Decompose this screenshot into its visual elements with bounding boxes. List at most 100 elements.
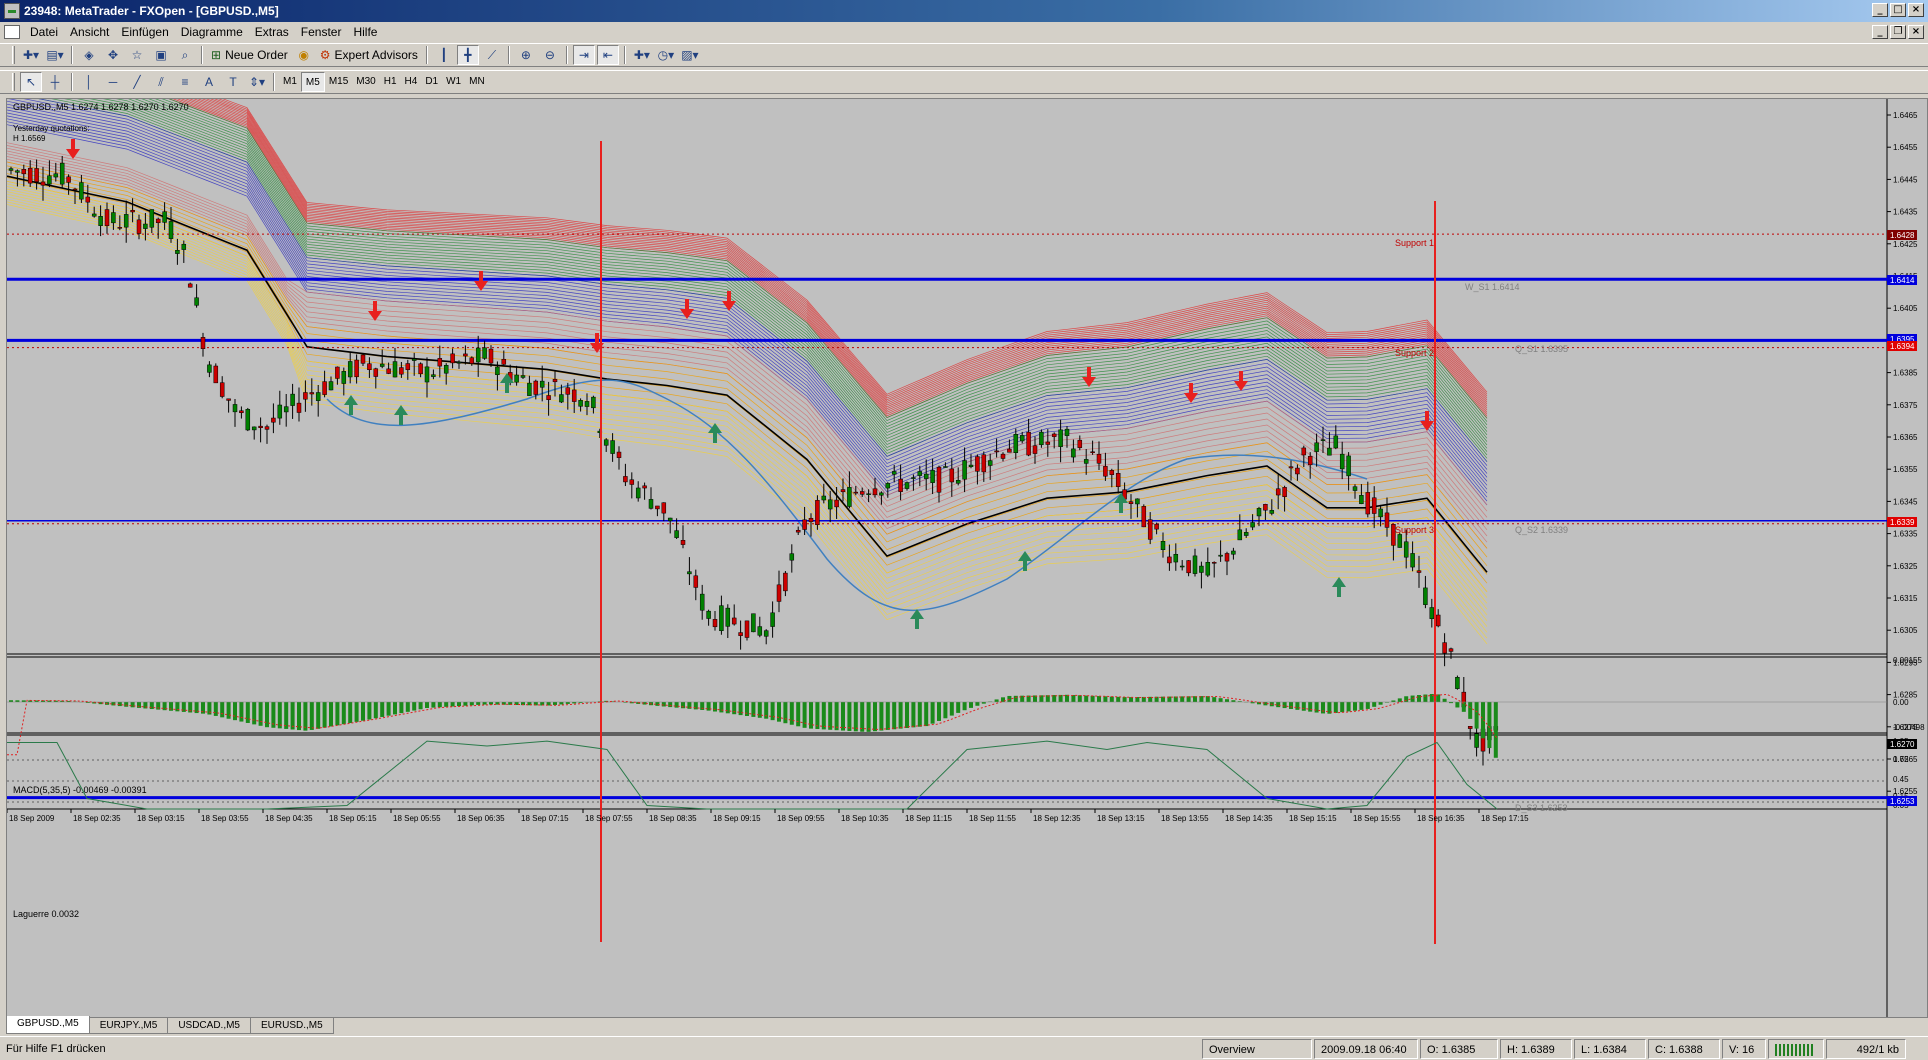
timeframe-m30[interactable]: M30	[352, 72, 379, 92]
candle-body	[1359, 495, 1364, 505]
document-icon[interactable]	[4, 25, 20, 39]
candle-body	[271, 417, 276, 423]
zoom-out-icon[interactable]: ⊖	[539, 45, 561, 65]
line-chart-icon[interactable]: ⟋	[481, 45, 503, 65]
macd-bar	[373, 702, 378, 719]
candle-body	[187, 283, 193, 288]
tab-gbpusd[interactable]: GBPUSD.,M5	[6, 1016, 90, 1034]
market-watch-icon[interactable]: ◈	[78, 45, 100, 65]
candle-body	[1378, 508, 1383, 518]
macd-bar	[316, 702, 321, 729]
price-tick-label: 1.6315	[1893, 594, 1918, 603]
menu-datei[interactable]: Datei	[24, 23, 64, 41]
macd-bar	[1365, 702, 1370, 709]
timeframe-h1[interactable]: H1	[380, 72, 401, 92]
tester-icon[interactable]: ⌕	[174, 45, 196, 65]
chart-window[interactable]: 1.64651.64551.64451.64351.64251.64151.64…	[6, 98, 1928, 1018]
menu-ansicht[interactable]: Ansicht	[64, 23, 115, 41]
timeframe-m1[interactable]: M1	[279, 72, 301, 92]
metaeditor-icon[interactable]: ◉	[293, 45, 315, 65]
new-chart-icon[interactable]: ✚▾	[20, 45, 42, 65]
horizontal-line-icon[interactable]: ─	[102, 72, 124, 92]
timeframe-m15[interactable]: M15	[325, 72, 352, 92]
macd-bar	[917, 702, 922, 727]
mdi-restore-button[interactable]: ❐	[1890, 25, 1906, 39]
minimize-button[interactable]: _	[1872, 3, 1888, 17]
indicators-icon[interactable]: ✚▾	[631, 45, 653, 65]
arrows-icon[interactable]: ⇕▾	[246, 72, 268, 92]
macd-bar	[252, 702, 257, 725]
d-s3-label: D_S3 1.6253	[1515, 803, 1568, 813]
macd-bar	[348, 702, 353, 724]
menu-diagramme[interactable]: Diagramme	[175, 23, 249, 41]
chart-shift-icon[interactable]: ⇤	[596, 45, 619, 65]
maximize-button[interactable]: □	[1890, 3, 1906, 17]
candle-body	[1058, 429, 1063, 447]
tab-eurjpy[interactable]: EURJPY.,M5	[88, 1018, 169, 1034]
zoom-in-icon[interactable]: ⊕	[515, 45, 537, 65]
macd-bar	[444, 702, 449, 707]
crosshair-icon[interactable]: ┼	[44, 72, 66, 92]
macd-bar	[329, 702, 333, 727]
candle-body	[725, 607, 731, 627]
candle-body	[347, 361, 353, 378]
macd-bar	[233, 702, 237, 721]
menu-fenster[interactable]: Fenster	[295, 23, 348, 41]
channel-icon[interactable]: ⫽	[150, 72, 172, 92]
q-s2-label: Q_S2 1.6339	[1515, 525, 1568, 535]
timeframe-h4[interactable]: H4	[401, 72, 422, 92]
macd-bar	[297, 702, 301, 731]
candle-body	[527, 382, 532, 396]
candle-body	[1467, 726, 1473, 729]
cursor-icon[interactable]: ↖	[20, 72, 42, 92]
price-chart[interactable]: 1.64651.64551.64451.64351.64251.64151.64…	[7, 99, 1927, 1017]
menu-hilfe[interactable]: Hilfe	[347, 23, 383, 41]
autoscroll-icon[interactable]: ⇥	[572, 45, 595, 65]
status-profile[interactable]: Overview	[1202, 1038, 1312, 1059]
mdi-minimize-button[interactable]: _	[1872, 25, 1888, 39]
candle-body	[879, 492, 884, 496]
macd-bar	[866, 702, 871, 732]
periods-icon[interactable]: ◷▾	[655, 45, 677, 65]
templates-icon[interactable]: ▨▾	[679, 45, 701, 65]
candle-body	[546, 395, 551, 400]
timeframe-m5[interactable]: M5	[300, 72, 325, 92]
candle-body	[1007, 448, 1012, 453]
price-tick-label: 1.6305	[1893, 626, 1918, 635]
tab-eurusd[interactable]: EURUSD.,M5	[250, 1018, 334, 1034]
menu-extras[interactable]: Extras	[249, 23, 295, 41]
candle-body	[603, 439, 609, 446]
candlestick-icon[interactable]: ╋	[456, 45, 479, 65]
text-icon[interactable]: A	[198, 72, 220, 92]
expert-advisors-button[interactable]: ⚙ Expert Advisors	[316, 45, 422, 65]
mdi-close-button[interactable]: ×	[1908, 25, 1924, 39]
trendline-icon[interactable]: ╱	[126, 72, 148, 92]
svg-text:1.6428: 1.6428	[1890, 231, 1915, 240]
timeframe-mn[interactable]: MN	[465, 72, 489, 92]
tab-usdcad[interactable]: USDCAD.,M5	[167, 1018, 251, 1034]
fibonacci-icon[interactable]: ≡	[174, 72, 196, 92]
timeframe-d1[interactable]: D1	[421, 72, 442, 92]
profiles-icon[interactable]: ▤▾	[44, 45, 66, 65]
candle-body	[1231, 550, 1236, 555]
macd-bar	[482, 702, 487, 705]
navigator-icon[interactable]: ✥	[102, 45, 124, 65]
vertical-line-icon[interactable]: │	[78, 72, 100, 92]
macd-bar	[834, 702, 839, 731]
candle-body	[1410, 553, 1415, 568]
candle-body	[175, 250, 180, 254]
macd-bar	[725, 702, 730, 714]
text-label-icon[interactable]: T	[222, 72, 244, 92]
time-tick-label: 18 Sep 05:15	[329, 814, 377, 823]
new-order-button[interactable]: ⊞ Neue Order	[207, 45, 292, 65]
data-window-icon[interactable]: ☆	[126, 45, 148, 65]
candle-body	[328, 381, 334, 391]
bar-chart-icon[interactable]: ┃	[433, 45, 455, 65]
candle-body	[1186, 560, 1191, 574]
timeframe-w1[interactable]: W1	[442, 72, 465, 92]
close-button[interactable]: ×	[1908, 3, 1924, 17]
macd-bar	[994, 699, 999, 702]
terminal-icon[interactable]: ▣	[150, 45, 172, 65]
candle-body	[354, 359, 359, 378]
menu-einfuegen[interactable]: Einfügen	[115, 23, 174, 41]
